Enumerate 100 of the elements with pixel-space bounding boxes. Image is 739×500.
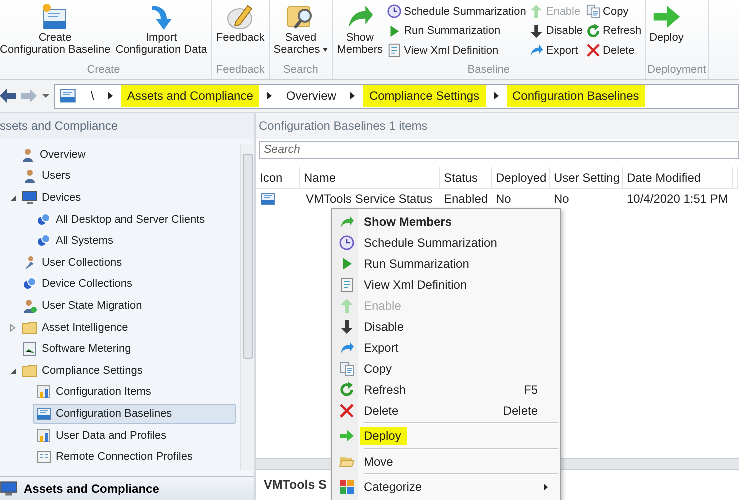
menu-item[interactable]: Show Members <box>334 211 558 232</box>
right-arrow-icon <box>339 428 355 444</box>
chevron-icon <box>267 92 272 100</box>
menu-item[interactable]: Run Summarization <box>334 253 558 274</box>
tree-item[interactable]: Configuration Items <box>33 382 236 402</box>
ribbon-button[interactable]: Create Configuration Baseline <box>0 0 113 56</box>
chevron-icon <box>494 92 498 100</box>
grid-icon <box>339 479 355 495</box>
menu-item[interactable]: Disable <box>334 316 558 337</box>
workspace-button[interactable]: Assets and Compliance <box>0 476 254 500</box>
detail-title: VMTools S <box>263 477 327 494</box>
menu-item[interactable]: Refresh F5 <box>334 379 558 400</box>
tree-item[interactable]: Device Collections <box>19 274 236 294</box>
menu-item[interactable]: Move <box>334 451 558 472</box>
tree-item[interactable]: Overview <box>17 144 236 165</box>
breadcrumb[interactable]: Configuration Baselines <box>506 85 646 107</box>
ribbon-button[interactable]: Import Configuration Data <box>114 0 210 56</box>
group-label: Deployment <box>648 63 706 78</box>
person-icon <box>20 146 36 163</box>
breadcrumb[interactable]: Compliance Settings <box>363 85 486 107</box>
scrollbar[interactable] <box>240 144 254 470</box>
menu-item[interactable]: Deploy <box>334 426 558 446</box>
group-label: Feedback <box>215 63 266 78</box>
back-button[interactable] <box>0 89 16 103</box>
tree-item[interactable]: Compliance Settings <box>19 360 236 381</box>
tree-item[interactable]: User Data and Profiles <box>33 426 236 446</box>
copy-icon <box>339 360 355 376</box>
curved-arrow-icon <box>339 214 355 230</box>
breadcrumb[interactable]: Assets and Compliance <box>121 85 260 107</box>
copy-icon <box>586 4 602 20</box>
ribbon-button[interactable]: Show Members <box>335 0 386 56</box>
expand-arrow-icon[interactable] <box>8 324 16 332</box>
menu-item[interactable]: Copy <box>334 358 558 379</box>
computer-icon <box>22 190 38 206</box>
document-icon <box>339 276 355 292</box>
folder-icon <box>22 362 38 379</box>
tree-item[interactable]: Remote Connection Profiles <box>33 447 236 468</box>
x-icon <box>586 43 602 58</box>
pane-title: ssets and Compliance <box>0 113 254 139</box>
group-label: Search <box>282 63 320 78</box>
person-icon <box>22 298 38 314</box>
list-title: Configuration Baselines 1 items <box>256 113 739 139</box>
clock-icon <box>339 234 355 250</box>
tree-item[interactable]: Users <box>19 166 236 186</box>
clock-icon <box>387 4 402 20</box>
baseline-icon <box>36 406 52 422</box>
breadcrumb[interactable]: Overview <box>280 85 342 107</box>
curved-arrow-icon <box>339 340 355 356</box>
ribbon-button[interactable]: Schedule Summarization <box>386 2 528 22</box>
tree-item[interactable]: All Desktop and Server Clients <box>33 210 236 230</box>
ribbon-button[interactable]: Export <box>528 41 584 60</box>
tree-item[interactable]: Asset Intelligence <box>19 318 236 338</box>
ribbon-button[interactable]: Refresh <box>585 22 643 41</box>
folder-icon <box>22 320 38 336</box>
down-arrow-icon <box>339 318 355 334</box>
window-icon <box>36 449 52 466</box>
document-icon <box>22 341 38 358</box>
ribbon-button[interactable]: Feedback <box>214 0 267 44</box>
ribbon-button[interactable]: Copy <box>585 2 643 22</box>
tree-item[interactable]: Configuration Baselines <box>33 404 236 424</box>
tree-item[interactable]: All Systems <box>33 231 236 252</box>
menu-item[interactable]: Delete Delete <box>334 400 558 421</box>
history-dropdown[interactable] <box>42 94 50 98</box>
up-arrow-icon <box>529 4 544 20</box>
chart-icon <box>36 428 52 444</box>
address-bar[interactable]: \ Assets and Compliance Overview Compliance Settings Configuration Baselines <box>54 84 739 108</box>
search-field[interactable]: Search <box>259 141 739 159</box>
down-arrow-icon <box>529 24 544 39</box>
person-icon <box>22 168 38 184</box>
ribbon-button[interactable]: Run Summarization <box>386 22 528 41</box>
tree-item[interactable]: User State Migration <box>19 296 236 316</box>
menu-item[interactable]: View Xml Definition <box>334 274 558 295</box>
ribbon-button[interactable]: Saved Searches <box>272 0 330 56</box>
submenu-arrow-icon <box>544 484 548 490</box>
ribbon-button[interactable]: View Xml Definition <box>386 41 528 60</box>
tree-item[interactable]: Devices <box>19 188 236 208</box>
root-crumb[interactable]: \ <box>85 89 100 103</box>
menu-item[interactable]: Export <box>334 337 558 358</box>
refresh-icon <box>586 24 602 39</box>
ribbon-button[interactable]: Disable <box>528 22 584 41</box>
ribbon-button[interactable]: Delete <box>585 41 643 60</box>
caret-icon <box>323 48 328 52</box>
x-icon <box>339 402 355 418</box>
group-label: Baseline <box>466 63 511 78</box>
document-icon <box>387 43 402 58</box>
menu-item[interactable]: Schedule Summarization <box>334 232 558 253</box>
collapse-arrow-icon[interactable] <box>8 366 16 375</box>
menu-item[interactable]: Categorize <box>334 476 558 498</box>
baseline-icon <box>59 87 77 105</box>
chevron-icon <box>108 92 114 100</box>
tree-item[interactable]: Software Metering <box>19 339 236 360</box>
collapse-arrow-icon[interactable] <box>8 194 16 202</box>
chevron-icon <box>350 92 356 100</box>
collection-icon <box>36 212 52 228</box>
chart-icon <box>36 384 52 400</box>
group-label: Create <box>86 63 122 78</box>
ribbon-button[interactable]: Deploy <box>648 0 686 44</box>
up-arrow-icon <box>339 298 355 314</box>
tree-item[interactable]: User Collections <box>19 252 236 273</box>
curved-arrow-icon <box>529 43 544 58</box>
